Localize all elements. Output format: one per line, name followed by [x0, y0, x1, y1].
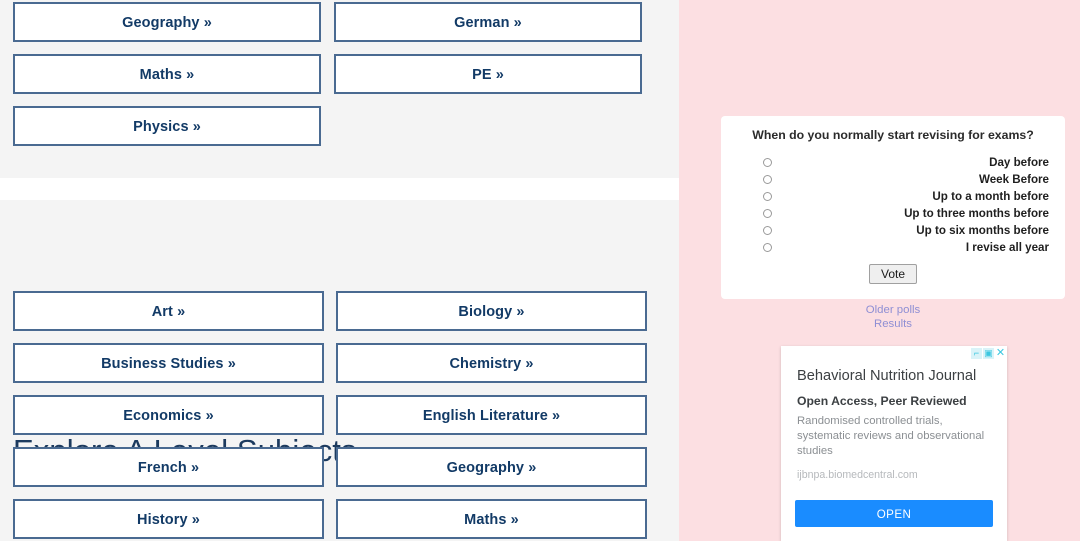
poll-option-list: Day before Week Before Up to a month befor… [721, 154, 1065, 256]
a-level-subject-button-right-0[interactable]: Biology » [336, 291, 647, 331]
sidebar: When do you normally start revising for … [679, 0, 1080, 541]
poll-option-label: Week Before [978, 172, 1049, 186]
ad-display-url: ijbnpa.biomedcentral.com [797, 469, 918, 482]
poll-option-label: Up to six months before [916, 223, 1049, 237]
gcse-subjects-section: Geography » Maths » Physics » German » PE » [0, 0, 679, 178]
gcse-subject-button-right-1[interactable]: PE » [334, 54, 642, 94]
poll-option-row[interactable]: Up to six months before [735, 222, 1051, 239]
resize-corner-icon[interactable]: ⌐ [971, 347, 982, 359]
gcse-subject-button-left-2[interactable]: Physics » [13, 106, 321, 146]
vote-button-container: Vote [721, 263, 1065, 284]
a-level-subject-button-left-0[interactable]: Art » [13, 291, 324, 331]
poll-widget: When do you normally start revising for … [721, 116, 1065, 299]
vote-button[interactable]: Vote [868, 263, 918, 284]
poll-option-row[interactable]: Day before [735, 154, 1051, 171]
page-root: Geography » Maths » Physics » German » PE » … [0, 0, 1080, 541]
a-level-subject-button-left-1[interactable]: Business Studies » [13, 343, 324, 383]
close-icon[interactable]: ✕ [995, 347, 1006, 359]
poll-question: When do you normally start revising for … [752, 128, 1034, 142]
poll-link-0[interactable]: Older polls [721, 303, 1065, 317]
poll-option-row[interactable]: I revise all year [735, 239, 1051, 256]
poll-option-label: Up to a month before [932, 189, 1049, 203]
poll-link-1[interactable]: Results [721, 317, 1065, 331]
poll-radio-3[interactable] [763, 208, 772, 218]
poll-radio-0[interactable] [763, 157, 772, 167]
ad-subtitle: Open Access, Peer Reviewed [797, 393, 967, 408]
ad-controls: ⌐ ▣ ✕ [971, 347, 1006, 359]
a-level-subject-button-left-3[interactable]: French » [13, 447, 324, 487]
main-content-column: Geography » Maths » Physics » German » PE » … [0, 0, 679, 541]
poll-radio-5[interactable] [763, 242, 772, 252]
adchoices-icon[interactable]: ▣ [983, 347, 994, 359]
a-level-subject-button-right-3[interactable]: Geography » [336, 447, 647, 487]
poll-option-label: Day before [989, 155, 1049, 169]
poll-option-row[interactable]: Up to a month before [735, 188, 1051, 205]
poll-option-label: Up to three months before [904, 206, 1049, 220]
poll-option-row[interactable]: Up to three months before [735, 205, 1051, 222]
poll-links: Older polls Results [721, 303, 1065, 331]
a-level-subject-button-left-2[interactable]: Economics » [13, 395, 324, 435]
a-level-subject-button-left-4[interactable]: History » [13, 499, 324, 539]
poll-option-row[interactable]: Week Before [735, 171, 1051, 188]
a-level-subject-button-right-2[interactable]: English Literature » [336, 395, 647, 435]
ad-open-button[interactable]: OPEN [795, 500, 993, 527]
gcse-subject-button-left-0[interactable]: Geography » [13, 2, 321, 42]
a-level-subjects-section: Explore A Level Subjects Art »Business S… [0, 200, 679, 541]
ad-body-text: Randomised controlled trials, systematic… [797, 414, 985, 458]
a-level-subject-button-right-1[interactable]: Chemistry » [336, 343, 647, 383]
poll-radio-4[interactable] [763, 225, 772, 235]
advertisement-card[interactable]: ⌐ ▣ ✕ Behavioral Nutrition Journal Open Ac… [781, 346, 1007, 541]
gcse-subject-button-left-1[interactable]: Maths » [13, 54, 321, 94]
poll-radio-2[interactable] [763, 191, 772, 201]
a-level-subject-button-right-4[interactable]: Maths » [336, 499, 647, 539]
poll-option-label: I revise all year [965, 240, 1049, 254]
poll-radio-1[interactable] [763, 174, 772, 184]
gcse-subject-button-right-0[interactable]: German » [334, 2, 642, 42]
